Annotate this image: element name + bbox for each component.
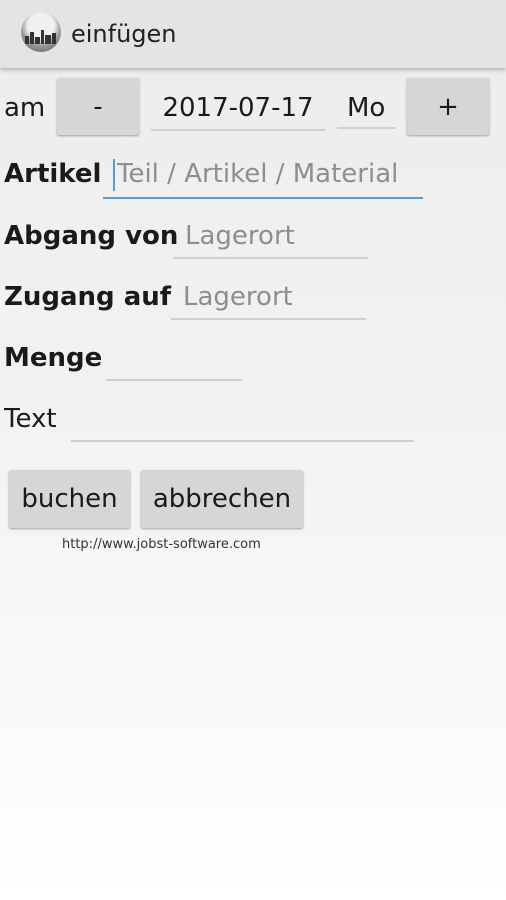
text-input[interactable] <box>71 402 414 442</box>
text-cursor <box>113 159 115 191</box>
artikel-placeholder: Teil / Artikel / Material <box>117 159 399 189</box>
website-link[interactable]: http://www.jobst-software.com <box>62 537 261 552</box>
abgang-label: Abgang von <box>4 221 179 251</box>
date-label: am <box>4 93 46 123</box>
previous-day-button[interactable]: - <box>57 78 139 135</box>
skyline-graphic <box>25 30 57 44</box>
zugang-label: Zugang auf <box>4 282 172 312</box>
zugang-placeholder: Lagerort <box>183 282 293 312</box>
weekday-field[interactable]: Mo <box>337 91 395 129</box>
screen-title: einfügen <box>71 20 177 48</box>
next-day-button[interactable]: + <box>407 78 489 135</box>
date-field[interactable]: 2017-07-17 <box>151 91 325 131</box>
abgang-input[interactable]: Lagerort <box>173 219 368 259</box>
menge-input[interactable] <box>106 341 242 381</box>
artikel-input[interactable]: Teil / Artikel / Material <box>103 157 423 199</box>
abgang-placeholder: Lagerort <box>185 221 295 251</box>
zugang-input[interactable]: Lagerort <box>171 280 366 320</box>
artikel-label: Artikel <box>4 159 102 189</box>
text-label: Text <box>4 404 57 434</box>
action-bar: einfügen <box>0 0 506 68</box>
book-button[interactable]: buchen <box>9 470 130 528</box>
menge-label: Menge <box>4 343 103 373</box>
app-logo-icon[interactable] <box>21 12 61 52</box>
cancel-button[interactable]: abbrechen <box>141 470 303 528</box>
